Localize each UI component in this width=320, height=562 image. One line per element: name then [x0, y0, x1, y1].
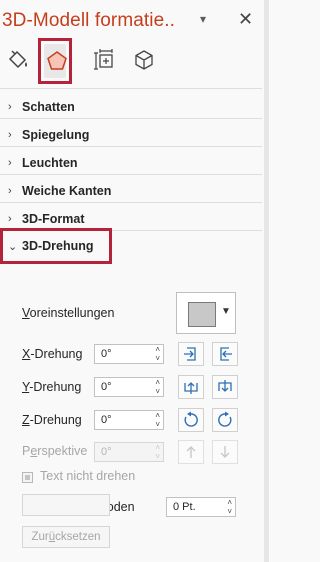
z-rotation-spinner[interactable]: 0° ˄ ˅: [94, 410, 164, 430]
format-3d-model-pane: 3D-Modell formatie.. ▾ ✕ › Schatten › Sp…: [0, 0, 262, 562]
perspective-value: 0°: [101, 446, 112, 458]
chevron-right-icon: ›: [8, 129, 12, 141]
pane-options-dropdown-icon[interactable]: ▾: [200, 12, 206, 26]
section-divider: [0, 146, 262, 147]
spinner-arrows-icon[interactable]: ˄ ˅: [227, 498, 232, 516]
rotate-y-down-icon: [218, 380, 232, 392]
section-label: 3D-Format: [22, 212, 85, 226]
reset-button[interactable]: Zur ü cksetzen: [22, 526, 110, 548]
size-properties-icon: [94, 49, 113, 70]
paint-bucket-icon: [8, 50, 27, 69]
spinner-arrows-icon[interactable]: ˄ ˅: [155, 443, 160, 461]
arrow-down-icon: [220, 446, 230, 458]
distance-value: 0 Pt.: [173, 501, 196, 513]
reset-button[interactable]: [22, 494, 110, 516]
section-label: Leuchten: [22, 156, 78, 170]
rotate-left-button[interactable]: [178, 342, 204, 366]
tab-fill-line[interactable]: [4, 46, 32, 74]
spinner-arrows-icon[interactable]: ˄ ˅: [155, 345, 160, 363]
section-divider: [0, 174, 262, 175]
close-pane-icon[interactable]: ✕: [238, 9, 253, 30]
perspective-spinner[interactable]: 0° ˄ ˅: [94, 442, 164, 462]
rotate-x-left-icon: [184, 347, 196, 361]
z-rotation-label: Z-Drehung: [22, 413, 82, 427]
preset-swatch: [188, 302, 216, 327]
arrow-up-icon: [186, 446, 196, 458]
x-rotation-spinner[interactable]: 0° ˄ ˅: [94, 344, 164, 364]
y-rotation-value: 0°: [101, 381, 112, 393]
cube-icon: [135, 50, 153, 70]
rotate-right-button[interactable]: [212, 342, 238, 366]
keep-text-flat-checkbox[interactable]: [22, 472, 33, 483]
rotate-down-button[interactable]: [212, 375, 238, 399]
presets-label: Voreinstellungen: [22, 306, 115, 320]
tab-effects[interactable]: [38, 38, 72, 84]
spinner-arrows-icon[interactable]: ˄ ˅: [155, 378, 160, 396]
section-glow[interactable]: › Leuchten: [8, 153, 78, 173]
x-rotation-value: 0°: [101, 348, 112, 360]
section-3d-rotation[interactable]: ⌄ 3D-Drehung: [8, 236, 94, 256]
chevron-right-icon: ›: [8, 213, 12, 225]
rotate-up-button[interactable]: [178, 375, 204, 399]
chevron-right-icon: ›: [8, 185, 12, 197]
pane-right-border: [264, 0, 269, 562]
y-rotation-spinner[interactable]: 0° ˄ ˅: [94, 377, 164, 397]
pane-title: 3D-Modell formatie..: [2, 10, 176, 31]
section-label: 3D-Drehung: [22, 239, 94, 253]
distance-from-ground-spinner[interactable]: 0 Pt. ˄ ˅: [166, 497, 236, 517]
rotate-z-cw-icon: [218, 411, 232, 427]
chevron-down-icon: ⌄: [8, 240, 18, 253]
tab-divider: [0, 88, 262, 89]
perspective-decrease-button[interactable]: [212, 440, 238, 464]
spinner-arrows-icon[interactable]: ˄ ˅: [155, 411, 160, 429]
z-rotation-value: 0°: [101, 414, 112, 426]
pentagon-icon: [47, 51, 67, 70]
perspective-label: Perspektive: [22, 444, 88, 458]
perspective-increase-button[interactable]: [178, 440, 204, 464]
presets-dropdown[interactable]: ▼: [176, 292, 236, 334]
section-reflection[interactable]: › Spiegelung: [8, 125, 89, 145]
section-divider: [0, 118, 262, 119]
tab-size-properties[interactable]: [90, 46, 118, 74]
section-label: Schatten: [22, 100, 75, 114]
rotate-x-right-icon: [220, 347, 232, 361]
rotate-y-up-icon: [184, 382, 198, 394]
section-label: Weiche Kanten: [22, 184, 112, 198]
section-3d-format[interactable]: › 3D-Format: [8, 209, 85, 229]
section-label: Spiegelung: [22, 128, 90, 142]
rotate-counterclockwise-button[interactable]: [178, 408, 204, 432]
rotate-z-ccw-icon: [184, 411, 198, 427]
x-rotation-label: X-Drehung: [22, 347, 83, 361]
dropdown-arrow-icon: ▼: [221, 306, 231, 317]
rotate-clockwise-button[interactable]: [212, 408, 238, 432]
section-shadow[interactable]: › Schatten: [8, 97, 75, 117]
section-soft-edges[interactable]: › Weiche Kanten: [8, 181, 111, 201]
chevron-right-icon: ›: [8, 101, 12, 113]
tab-3d-model[interactable]: [130, 46, 158, 74]
section-divider: [0, 202, 262, 203]
y-rotation-label: Y-Drehung: [22, 380, 82, 394]
keep-text-flat-label: Text nicht drehen: [40, 469, 136, 483]
chevron-right-icon: ›: [8, 157, 12, 169]
